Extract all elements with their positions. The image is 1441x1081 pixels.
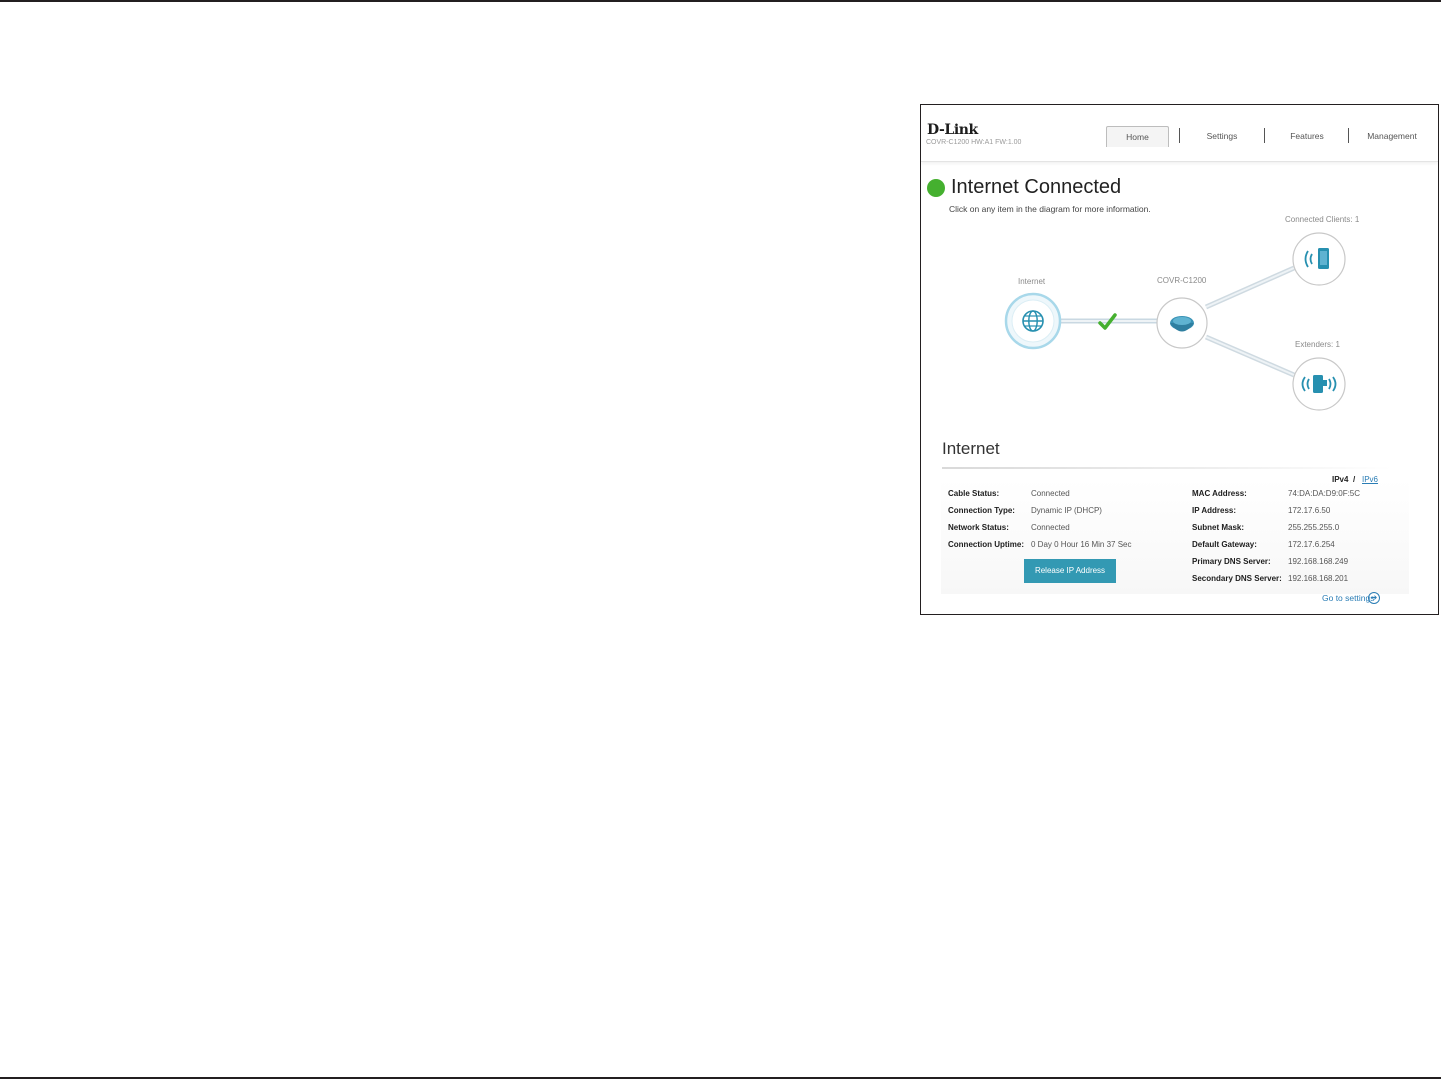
connection-uptime-label: Connection Uptime:	[948, 540, 1024, 549]
ip-address-value: 172.17.6.50	[1288, 506, 1331, 515]
subnet-mask-label: Subnet Mask:	[1192, 523, 1245, 532]
extender-wireless-icon	[1292, 357, 1346, 411]
ipv6-link[interactable]: IPv6	[1362, 475, 1378, 484]
go-to-settings-link[interactable]: Go to settings	[1322, 593, 1374, 603]
mac-address-label: MAC Address:	[1192, 489, 1247, 498]
covr-router-icon	[1156, 297, 1208, 349]
ipv4-label: IPv4	[1332, 475, 1349, 484]
clients-label: Connected Clients: 1	[1285, 215, 1360, 224]
secondary-dns-label: Secondary DNS Server:	[1192, 574, 1282, 583]
mac-address-value: 74:DA:DA:D9:0F:5C	[1288, 489, 1361, 498]
extenders-node[interactable]	[1291, 356, 1347, 417]
internet-node[interactable]	[1004, 292, 1062, 355]
globe-icon	[1004, 292, 1062, 350]
secondary-dns-value: 192.168.168.201	[1288, 574, 1349, 583]
arrow-right-circle-icon[interactable]: ➜	[1368, 592, 1380, 604]
phone-wireless-icon	[1292, 232, 1346, 286]
cable-status-label: Cable Status:	[948, 489, 1000, 498]
ip-version-separator: /	[1353, 475, 1356, 484]
internet-label: Internet	[1018, 277, 1046, 286]
cable-status-value: Connected	[1031, 489, 1070, 498]
page-top-rule	[0, 0, 1441, 2]
section-divider	[942, 467, 1392, 469]
connection-type-value: Dynamic IP (DHCP)	[1031, 506, 1102, 515]
subnet-mask-value: 255.255.255.0	[1288, 523, 1340, 532]
router-ui-screenshot: D-Link COVR-C1200 HW:A1 FW:1.00 Home Set…	[920, 104, 1439, 615]
connection-type-label: Connection Type:	[948, 506, 1015, 515]
network-diagram	[1059, 265, 1296, 378]
router-label: COVR-C1200	[1157, 276, 1207, 285]
network-status-label: Network Status:	[948, 523, 1009, 532]
release-ip-button[interactable]: Release IP Address	[1024, 559, 1116, 583]
primary-dns-label: Primary DNS Server:	[1192, 557, 1271, 566]
connection-uptime-value: 0 Day 0 Hour 16 Min 37 Sec	[1031, 540, 1132, 549]
default-gateway-value: 172.17.6.254	[1288, 540, 1335, 549]
network-status-value: Connected	[1031, 523, 1070, 532]
clients-node[interactable]	[1291, 231, 1347, 292]
extenders-label: Extenders: 1	[1295, 340, 1340, 349]
page-bottom-rule	[0, 1077, 1441, 1079]
ip-address-label: IP Address:	[1192, 506, 1237, 515]
internet-section-title: Internet	[942, 439, 1000, 458]
router-node[interactable]	[1155, 296, 1209, 355]
primary-dns-value: 192.168.168.249	[1288, 557, 1349, 566]
default-gateway-label: Default Gateway:	[1192, 540, 1257, 549]
